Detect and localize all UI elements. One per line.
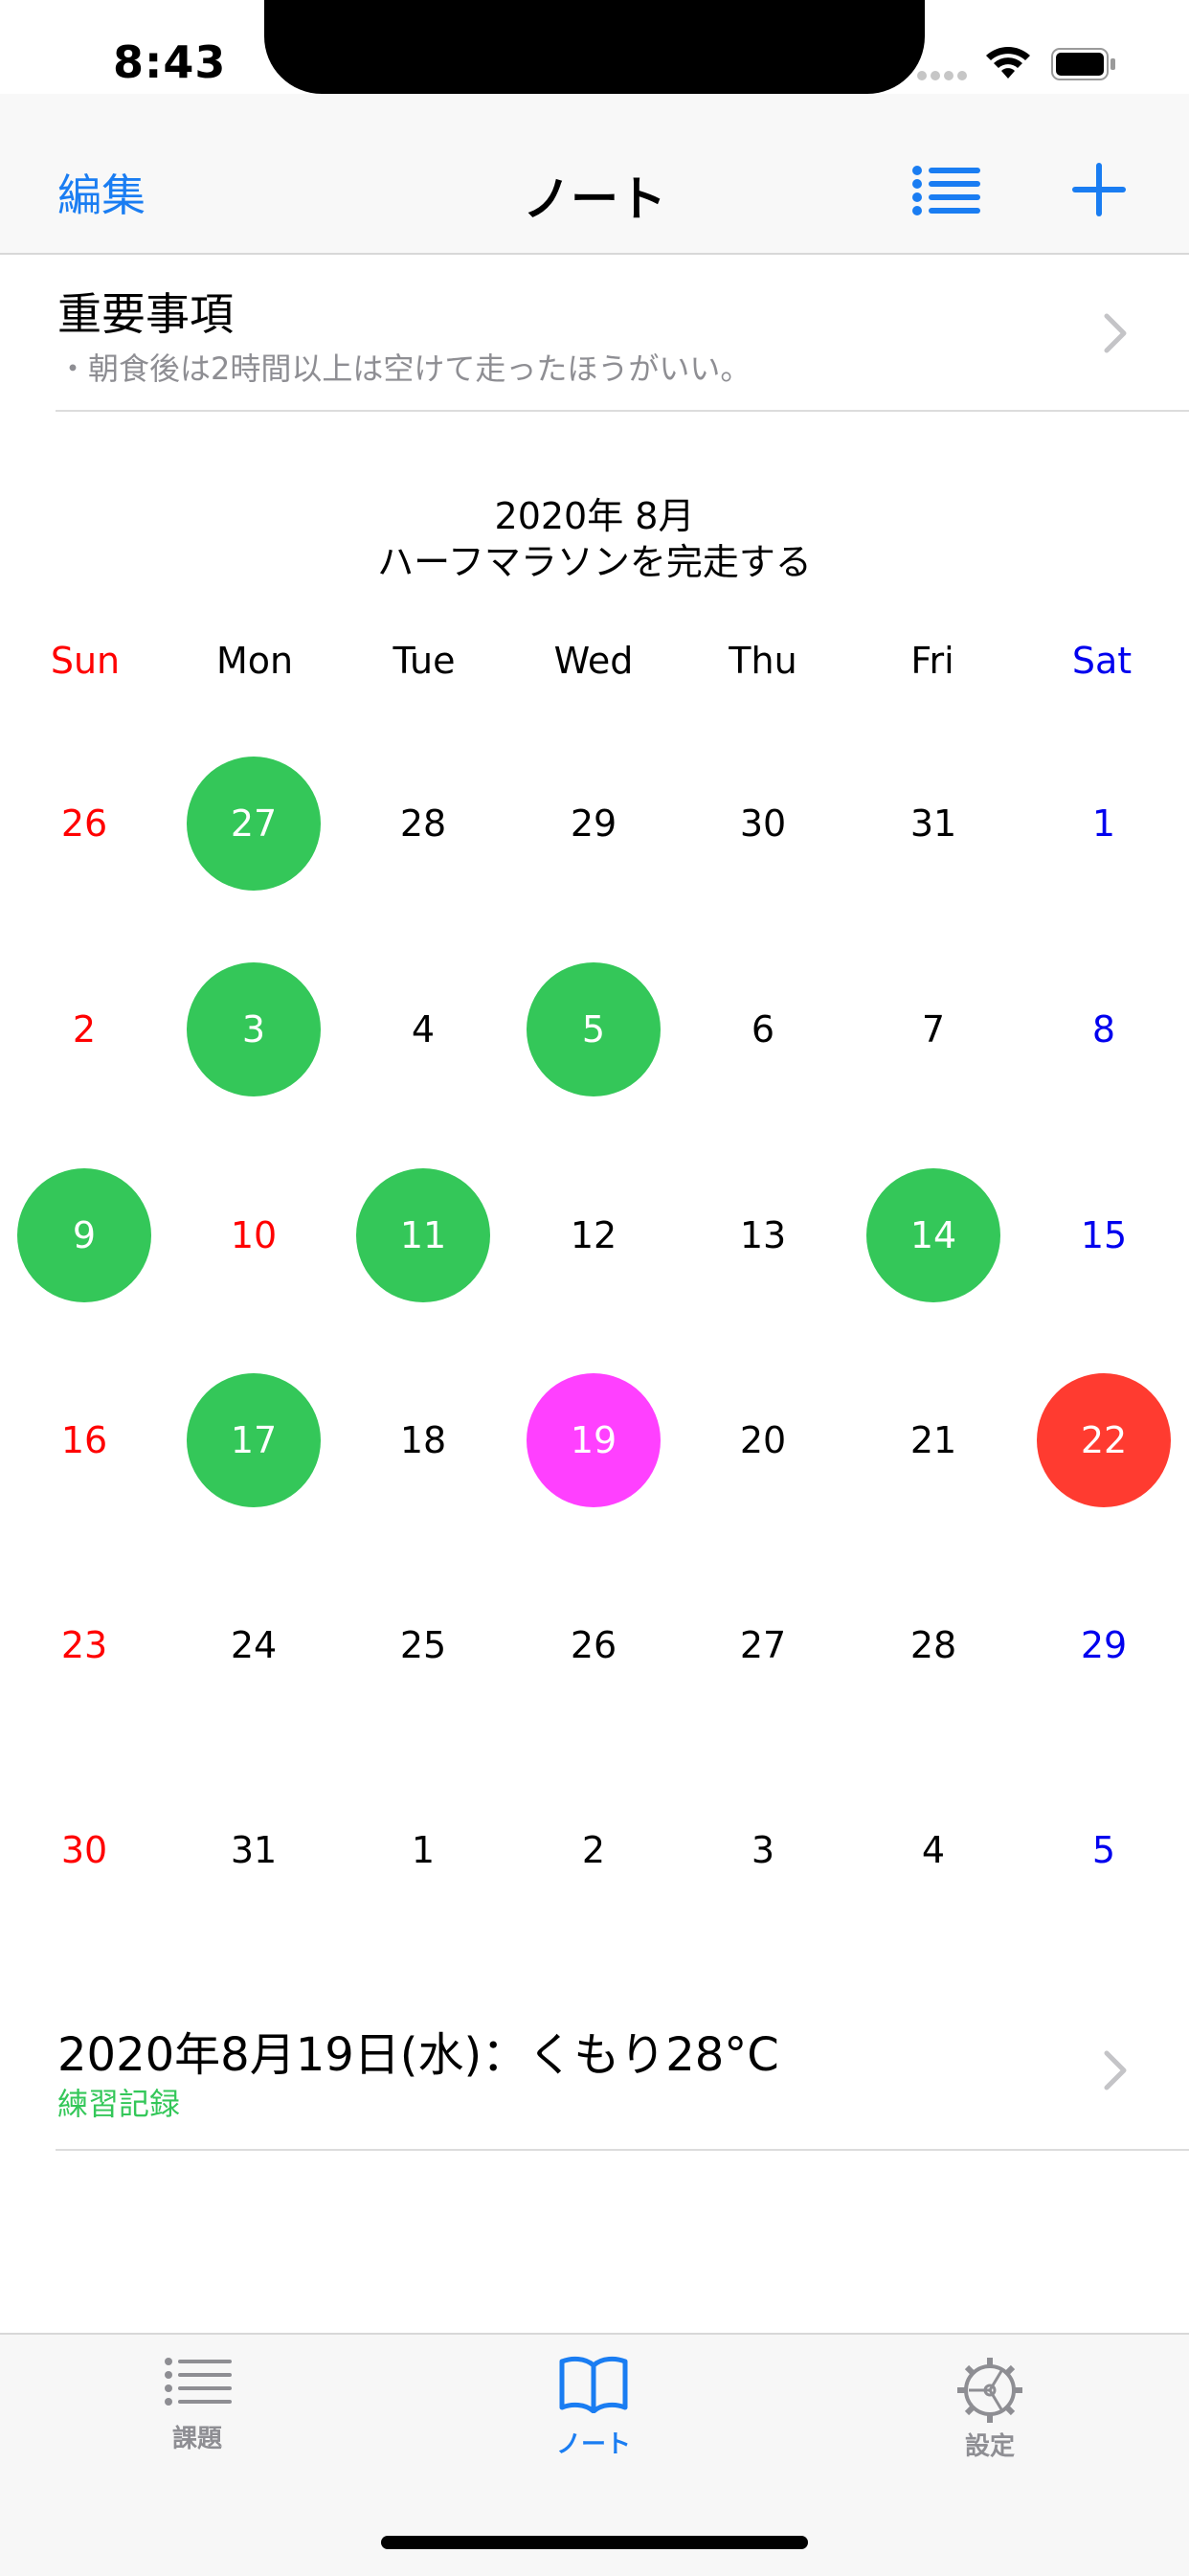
chevron-right-icon — [1104, 313, 1127, 353]
calendar-day[interactable]: 30 — [696, 757, 830, 891]
weekday-sun: Sun — [50, 640, 121, 682]
calendar-day[interactable]: 6 — [696, 962, 830, 1096]
calendar-day[interactable]: 28 — [866, 1578, 1000, 1712]
device-notch — [264, 0, 925, 94]
weekday-wed: Wed — [553, 640, 634, 682]
book-icon — [559, 2356, 628, 2414]
calendar-day[interactable]: 27 — [187, 757, 321, 891]
calendar-day[interactable]: 1 — [1037, 757, 1171, 891]
calendar-day[interactable]: 28 — [356, 757, 490, 891]
tab-notes[interactable]: ノート — [498, 2356, 689, 2460]
calendar-day[interactable]: 5 — [1037, 1783, 1171, 1917]
calendar-day[interactable]: 5 — [527, 962, 661, 1096]
calendar-day[interactable]: 26 — [17, 757, 151, 891]
calendar-day[interactable]: 24 — [187, 1578, 321, 1712]
tab-tasks[interactable]: 課題 — [101, 2356, 293, 2454]
divider — [56, 410, 1189, 412]
calendar-day[interactable]: 7 — [866, 962, 1000, 1096]
calendar-day[interactable]: 12 — [527, 1168, 661, 1302]
calendar-day[interactable]: 25 — [356, 1578, 490, 1712]
calendar-day[interactable]: 21 — [866, 1373, 1000, 1507]
calendar-day[interactable]: 31 — [866, 757, 1000, 891]
calendar-day[interactable]: 22 — [1037, 1373, 1171, 1507]
weekday-sat: Sat — [1071, 640, 1133, 682]
calendar-day[interactable]: 29 — [527, 757, 661, 891]
calendar-day[interactable]: 3 — [696, 1783, 830, 1917]
calendar-day[interactable]: 14 — [866, 1168, 1000, 1302]
calendar-day[interactable]: 2 — [17, 962, 151, 1096]
tab-settings[interactable]: 設定 — [894, 2356, 1086, 2462]
gear-icon — [957, 2358, 1022, 2423]
important-title: 重要事項 — [57, 288, 234, 340]
calendar-day[interactable]: 29 — [1037, 1578, 1171, 1712]
weekday-tue: Tue — [393, 640, 456, 682]
weekday-thu: Thu — [729, 640, 797, 682]
calendar-day[interactable]: 30 — [17, 1783, 151, 1917]
calendar-day[interactable]: 17 — [187, 1373, 321, 1507]
status-time: 8:43 — [113, 36, 227, 88]
weekday-mon: Mon — [215, 640, 294, 682]
calendar-goal: ハーフマラソンを完走する — [377, 541, 812, 583]
calendar-day[interactable]: 4 — [356, 962, 490, 1096]
tab-tasks-label: 課題 — [171, 2425, 222, 2453]
list-icon[interactable] — [911, 163, 980, 218]
calendar-day[interactable]: 11 — [356, 1168, 490, 1302]
calendar-day[interactable]: 18 — [356, 1373, 490, 1507]
calendar-day[interactable]: 13 — [696, 1168, 830, 1302]
tab-notes-label: ノート — [555, 2430, 631, 2459]
calendar-month-label: 2020年 8月 — [494, 495, 695, 537]
record-title: 2020年8月19日(水)：くもり28°C — [57, 2028, 779, 2082]
calendar-day[interactable]: 3 — [187, 962, 321, 1096]
tab-settings-label: 設定 — [964, 2432, 1015, 2461]
calendar-day[interactable]: 9 — [17, 1168, 151, 1302]
calendar-day[interactable]: 1 — [356, 1783, 490, 1917]
calendar-day[interactable]: 4 — [866, 1783, 1000, 1917]
important-subtitle: ・朝食後は2時間以上は空けて走ったほうがいい。 — [57, 350, 752, 387]
calendar-day[interactable]: 2 — [527, 1783, 661, 1917]
weekday-fri: Fri — [910, 640, 954, 682]
battery-icon — [1051, 48, 1115, 80]
divider — [56, 2149, 1189, 2151]
calendar-day[interactable]: 15 — [1037, 1168, 1171, 1302]
cellular-signal-icon — [917, 71, 967, 80]
page-title: ノート — [523, 171, 666, 227]
calendar-day[interactable]: 23 — [17, 1578, 151, 1712]
calendar-day[interactable]: 31 — [187, 1783, 321, 1917]
add-icon[interactable] — [1070, 161, 1128, 218]
calendar-day[interactable]: 10 — [187, 1168, 321, 1302]
wifi-icon — [986, 47, 1030, 79]
calendar-day[interactable]: 19 — [527, 1373, 661, 1507]
list-icon — [165, 2358, 232, 2406]
calendar-day[interactable]: 26 — [527, 1578, 661, 1712]
calendar-day[interactable]: 20 — [696, 1373, 830, 1507]
home-indicator — [381, 2536, 808, 2549]
calendar-day[interactable]: 8 — [1037, 962, 1171, 1096]
record-subtitle: 練習記録 — [57, 2086, 181, 2122]
calendar-day[interactable]: 27 — [696, 1578, 830, 1712]
chevron-right-icon — [1104, 2050, 1127, 2090]
calendar-day[interactable]: 16 — [17, 1373, 151, 1507]
